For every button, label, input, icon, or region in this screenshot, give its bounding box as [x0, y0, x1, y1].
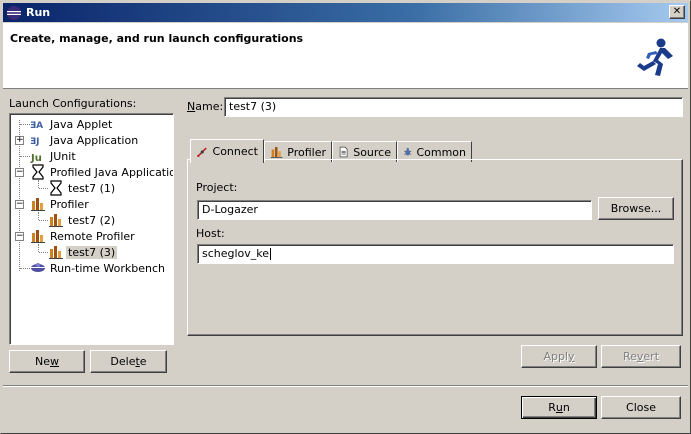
revert-label: Re [622, 350, 637, 363]
close-window-button[interactable]: ✕ [669, 5, 685, 19]
name-mnemonic: N [187, 100, 196, 113]
tree-item-test7-2[interactable]: test7 (2) [48, 212, 117, 228]
name-label-rest: ame: [195, 100, 224, 113]
workbench-icon [31, 263, 45, 272]
source-icon [339, 146, 348, 158]
close-label: Close [626, 401, 656, 414]
tree-item-test7-1[interactable]: test7 (1) [48, 180, 117, 196]
common-icon [404, 147, 412, 156]
tree-item-java-application[interactable]: ƎJ Java Application [30, 132, 140, 148]
tree-item-profiled-java-application[interactable]: Profiled Java Application [30, 164, 174, 180]
tab-connect[interactable]: Connect [190, 139, 264, 163]
tree-item-junit[interactable]: Ju JUnit [30, 148, 78, 165]
tab-label: Profiler [287, 145, 326, 159]
runner-icon [637, 38, 673, 76]
run-dialog: Run ✕ Create, manage, and run launch con… [0, 0, 691, 434]
browse-button[interactable]: Browse... [598, 197, 674, 220]
hourglass-icon [32, 164, 44, 180]
run-label: R [548, 401, 556, 414]
project-field[interactable]: D-Logazer [197, 200, 592, 220]
revert-label-rest: ert [643, 350, 660, 363]
header-banner: Create, manage, and run launch configura… [3, 23, 688, 89]
name-field[interactable]: test7 (3) [224, 97, 683, 117]
run-button[interactable]: Run [521, 396, 597, 419]
new-label: Ne [35, 355, 50, 368]
hourglass-icon [50, 180, 62, 196]
tree-item-label: Java Applet [50, 117, 113, 131]
tree-item-remote-profiler[interactable]: Remote Profiler [30, 228, 137, 244]
tree-item-label: Remote Profiler [50, 229, 135, 243]
banner-title: Create, manage, and run launch configura… [10, 32, 304, 45]
tree-item-label: Run-time Workbench [50, 261, 166, 275]
tree-item-profiler[interactable]: Profiler [30, 196, 91, 212]
profiler-icon [270, 147, 283, 158]
text-caret [270, 248, 272, 260]
collapse-profiler[interactable]: − [15, 200, 24, 209]
tab-label: Common [416, 145, 466, 159]
tree-item-label: Profiler [50, 197, 89, 211]
tab-panel: Project: D-Logazer Browse... Host: scheg… [187, 159, 683, 336]
title-bar[interactable]: Run ✕ [3, 3, 688, 22]
tree-item-label: Java Application [50, 133, 139, 147]
java-applet-icon: ƎA [30, 121, 43, 131]
tree-item-label: test7 (2) [68, 213, 116, 227]
launch-configurations-label: Launch Configurations: [9, 97, 137, 110]
profiler-icon [49, 214, 63, 227]
apply-button[interactable]: Appl y [521, 345, 597, 368]
profiler-icon [31, 230, 45, 243]
host-label: Host: [196, 227, 225, 240]
window-title: Run [26, 6, 51, 19]
java-application-icon: ƎJ [30, 137, 40, 147]
connect-icon [197, 147, 207, 157]
svg-text:Ju: Ju [30, 153, 42, 164]
tree-item-label: JUnit [50, 149, 76, 163]
apply-mnemonic: y [568, 350, 575, 363]
delete-label-rest: e [139, 355, 147, 368]
expand-java-application[interactable]: + [15, 136, 24, 145]
tab-label: Source [353, 145, 391, 159]
profiler-icon [31, 198, 45, 211]
launch-configurations-tree[interactable]: + − − − ƎA Java Applet ƎJ Java Applicati… [9, 113, 174, 345]
run-label-rest: n [562, 401, 570, 414]
profiler-icon [49, 246, 63, 259]
delete-button[interactable]: Dele t e [90, 350, 167, 373]
tree-item-label: Profiled Java Application [50, 165, 174, 179]
footer-separator [3, 385, 688, 387]
project-label: Project: [196, 181, 238, 194]
tree-item-java-applet[interactable]: ƎA Java Applet [30, 116, 114, 132]
tab-label: Connect [212, 145, 258, 158]
tree-item-run-time-workbench[interactable]: Run-time Workbench [30, 260, 167, 276]
delete-label: Dele [110, 355, 136, 368]
svg-text:ƎJ: ƎJ [30, 137, 40, 147]
host-value: scheglov_ke [202, 247, 270, 260]
tree-item-label: test7 (3) [66, 245, 118, 259]
tree-item-label: test7 (1) [68, 181, 116, 195]
tree-item-test7-3[interactable]: test7 (3) [48, 244, 118, 260]
collapse-remote-profiler[interactable]: − [15, 232, 24, 241]
close-button[interactable]: Close [601, 396, 681, 419]
collapse-profiled-java-application[interactable]: − [15, 168, 24, 177]
svg-text:ƎA: ƎA [30, 121, 43, 131]
junit-icon: Ju [30, 153, 42, 164]
host-field[interactable]: scheglov_ke [197, 244, 674, 264]
close-icon: ✕ [672, 6, 682, 17]
run-mnemonic: u [555, 401, 563, 414]
eclipse-icon [7, 5, 21, 20]
revert-button[interactable]: Re v ert [601, 345, 681, 368]
name-label: Name: [187, 100, 223, 113]
new-mnemonic: w [50, 355, 59, 368]
apply-label: Appl [543, 350, 569, 363]
browse-label: Browse... [610, 202, 662, 215]
new-button[interactable]: Ne w [9, 350, 85, 373]
